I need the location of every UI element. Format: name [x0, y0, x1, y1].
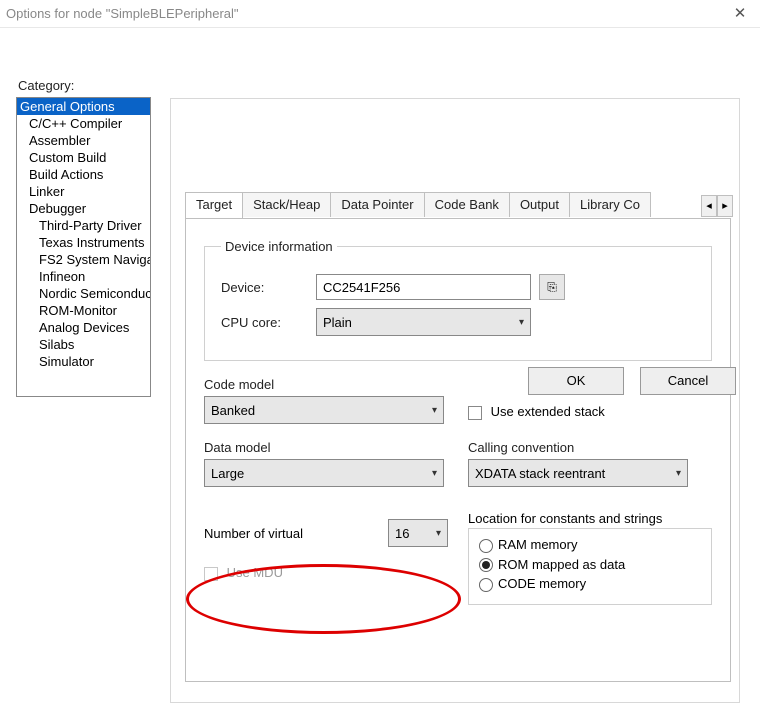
device-label: Device: [221, 280, 316, 295]
code-model-label: Code model [204, 377, 448, 392]
chevron-down-icon: ▾ [432, 405, 437, 416]
data-model-label: Data model [204, 440, 448, 455]
location-code-label: CODE memory [498, 576, 586, 591]
close-icon[interactable]: ✕ [720, 0, 760, 28]
location-rom-label: ROM mapped as data [498, 557, 625, 572]
list-item[interactable]: Infineon [17, 268, 150, 285]
use-mdu-label: Use MDU [227, 565, 283, 580]
cpu-core-select[interactable]: Plain ▾ [316, 308, 531, 336]
list-item[interactable]: Simulator [17, 353, 150, 370]
list-item[interactable]: Linker [17, 183, 150, 200]
list-item[interactable]: Third-Party Driver [17, 217, 150, 234]
list-item[interactable]: Custom Build [17, 149, 150, 166]
calling-conv-value: XDATA stack reentrant [475, 466, 605, 481]
location-code-radio[interactable] [479, 578, 493, 592]
list-item[interactable]: General Options [17, 98, 150, 115]
tab-scroll-right-icon[interactable]: ▸ [717, 195, 733, 217]
list-item[interactable]: Debugger [17, 200, 150, 217]
data-model-select[interactable]: Large ▾ [204, 459, 444, 487]
location-ram-label: RAM memory [498, 537, 577, 552]
list-item[interactable]: Silabs [17, 336, 150, 353]
chevron-down-icon: ▾ [519, 317, 524, 328]
chevron-down-icon: ▾ [436, 528, 441, 539]
list-item[interactable]: Nordic Semiconduc [17, 285, 150, 302]
extended-stack-label: Use extended stack [491, 404, 605, 419]
options-panel: Target Stack/Heap Data Pointer Code Bank… [170, 98, 740, 703]
num-virtual-select[interactable]: 16 ▾ [388, 519, 448, 547]
data-model-value: Large [211, 466, 244, 481]
tab-codebank[interactable]: Code Bank [424, 192, 510, 217]
ok-button[interactable]: OK [528, 367, 624, 395]
tab-output[interactable]: Output [509, 192, 570, 217]
window-title: Options for node "SimpleBLEPeripheral" [6, 0, 239, 28]
tab-scroll-left-icon[interactable]: ◂ [701, 195, 717, 217]
device-input[interactable] [316, 274, 531, 300]
device-browse-icon[interactable]: ⎘ [539, 274, 565, 300]
list-item[interactable]: C/C++ Compiler [17, 115, 150, 132]
tab-stackheap[interactable]: Stack/Heap [242, 192, 331, 217]
location-ram-radio[interactable] [479, 539, 493, 553]
calling-conv-label: Calling convention [468, 440, 712, 455]
chevron-down-icon: ▾ [432, 468, 437, 479]
device-info-group: Device information Device: ⎘ CPU core: P… [204, 239, 712, 361]
code-model-value: Banked [211, 403, 255, 418]
category-list[interactable]: General Options C/C++ Compiler Assembler… [16, 97, 151, 397]
list-item[interactable]: Texas Instruments [17, 234, 150, 251]
location-rom-radio[interactable] [479, 558, 493, 572]
tab-target[interactable]: Target [185, 192, 243, 218]
device-info-legend: Device information [221, 239, 337, 254]
titlebar: Options for node "SimpleBLEPeripheral" ✕ [0, 0, 760, 28]
tab-body-target: Device information Device: ⎘ CPU core: P… [185, 218, 731, 682]
use-mdu-checkbox [204, 567, 218, 581]
list-item[interactable]: FS2 System Naviga [17, 251, 150, 268]
code-model-select[interactable]: Banked ▾ [204, 396, 444, 424]
cancel-button[interactable]: Cancel [640, 367, 736, 395]
calling-conv-select[interactable]: XDATA stack reentrant ▾ [468, 459, 688, 487]
num-virtual-value: 16 [395, 526, 409, 541]
cpu-core-label: CPU core: [221, 315, 316, 330]
list-item[interactable]: Analog Devices [17, 319, 150, 336]
tab-datapointer[interactable]: Data Pointer [330, 192, 424, 217]
chevron-down-icon: ▾ [676, 468, 681, 479]
list-item[interactable]: ROM-Monitor [17, 302, 150, 319]
category-label: Category: [18, 78, 744, 93]
cpu-core-value: Plain [323, 315, 352, 330]
num-virtual-label: Number of virtual [204, 526, 388, 541]
tab-library[interactable]: Library Co [569, 192, 651, 217]
location-label: Location for constants and strings [468, 511, 712, 526]
list-item[interactable]: Build Actions [17, 166, 150, 183]
list-item[interactable]: Assembler [17, 132, 150, 149]
extended-stack-checkbox[interactable] [468, 406, 482, 420]
